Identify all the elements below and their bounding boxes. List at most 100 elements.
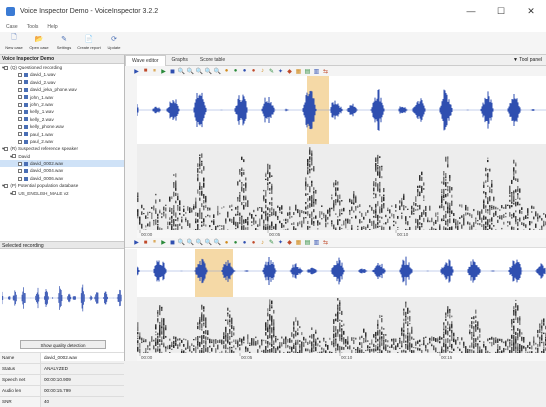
update-button[interactable]: ⟳ Update <box>103 32 125 54</box>
wave-tool-icon[interactable]: ⇆ <box>322 239 329 246</box>
checkbox[interactable] <box>18 95 22 100</box>
wave-tool-icon[interactable]: ⏸ <box>151 68 158 75</box>
wave-tool-icon[interactable]: ▶ <box>160 239 167 246</box>
checkbox[interactable] <box>18 110 22 115</box>
menu-tools[interactable]: Tools <box>27 24 39 30</box>
maximize-button[interactable]: ☐ <box>486 0 516 22</box>
tree-group[interactable]: ▾ David <box>0 153 124 160</box>
wave-tool-icon[interactable]: ▦ <box>295 68 302 75</box>
tree-file-item[interactable]: david_2.wav <box>0 79 124 86</box>
checkbox[interactable] <box>18 102 22 107</box>
minimize-button[interactable]: — <box>456 0 486 22</box>
wave-tool-icon[interactable]: 🔍 <box>178 239 185 246</box>
wave-tool-icon[interactable]: ✦ <box>277 239 284 246</box>
close-button[interactable]: ✕ <box>516 0 546 22</box>
wave-tool-icon[interactable]: 🔍 <box>214 68 221 75</box>
menu-help[interactable]: Help <box>47 24 57 30</box>
tree-group[interactable]: ▾ (Q) Questioned recording <box>0 64 124 71</box>
tab-wave-editor[interactable]: Wave editor <box>125 54 166 66</box>
tree-file-item[interactable]: kelly_2.wav <box>0 116 124 123</box>
tool-panel-toggle[interactable]: ▼ Tool panel <box>513 57 542 63</box>
wave-tool-icon[interactable]: ● <box>232 239 239 246</box>
checkbox[interactable] <box>12 191 17 196</box>
quality-detection-button[interactable]: Show quality detection <box>20 340 106 349</box>
wave-tool-icon[interactable]: 🔍 <box>205 68 212 75</box>
checkbox[interactable] <box>18 124 22 129</box>
checkbox[interactable] <box>4 183 9 188</box>
wave-tool-icon[interactable]: ▶ <box>133 239 140 246</box>
tree-file-item[interactable]: david_0006.wav <box>0 175 124 182</box>
checkbox[interactable] <box>18 176 22 181</box>
tree-file-item[interactable]: john_1.wav <box>0 94 124 101</box>
checkbox[interactable] <box>12 154 17 159</box>
wave-tool-icon[interactable]: ● <box>241 68 248 75</box>
checkbox[interactable] <box>18 87 22 92</box>
wave-tool-icon[interactable]: 🔍 <box>196 239 203 246</box>
settings-button[interactable]: ✎ Settings <box>53 32 75 54</box>
time-ruler <box>137 230 546 238</box>
wave-tool-icon[interactable]: ● <box>223 239 230 246</box>
checkbox[interactable] <box>18 117 22 122</box>
tree-file-item[interactable]: paul_1.wav <box>0 131 124 138</box>
upper-wave-editor[interactable]: 00:00 00:05 00:10 <box>125 76 546 238</box>
checkbox[interactable] <box>18 161 22 166</box>
checkbox[interactable] <box>18 73 22 78</box>
wave-tool-icon[interactable]: ♪ <box>259 239 266 246</box>
wave-tool-icon[interactable]: ✎ <box>268 239 275 246</box>
wave-tool-icon[interactable]: ✎ <box>268 68 275 75</box>
lower-wave-editor[interactable]: 00:00 00:05 00:10 00:15 <box>125 249 546 361</box>
tree-file-item[interactable]: kelly_phone.wav <box>0 123 124 130</box>
open-case-button[interactable]: 📂 Open case <box>28 32 50 54</box>
tree-file-item[interactable]: david_0004.wav <box>0 167 124 174</box>
wave-tool-icon[interactable]: ▶ <box>160 68 167 75</box>
tree-file-item[interactable]: david_1.wav <box>0 71 124 78</box>
wave-tool-icon[interactable]: ● <box>223 68 230 75</box>
checkbox[interactable] <box>18 139 22 144</box>
tab-score-table[interactable]: Score table <box>194 55 231 65</box>
tree-file-item[interactable]: john_2.wav <box>0 101 124 108</box>
wave-tool-icon[interactable]: 🔍 <box>187 68 194 75</box>
checkbox[interactable] <box>4 146 9 151</box>
tree-file-item[interactable]: paul_2.wav <box>0 138 124 145</box>
wave-tool-icon[interactable]: ● <box>241 239 248 246</box>
wave-tool-icon[interactable]: 🔍 <box>214 239 221 246</box>
wave-tool-icon[interactable]: 🔍 <box>196 68 203 75</box>
wave-tool-icon[interactable]: ⏸ <box>151 239 158 246</box>
tab-graphs[interactable]: Graphs <box>166 55 194 65</box>
wave-tool-icon[interactable]: ♪ <box>259 68 266 75</box>
wave-tool-icon[interactable]: 🔍 <box>205 239 212 246</box>
wave-tool-icon[interactable]: ■ <box>142 68 149 75</box>
create-report-button[interactable]: 📄 Create report <box>77 32 101 54</box>
wave-tool-icon[interactable]: ✦ <box>277 68 284 75</box>
wave-tool-icon[interactable]: ■ <box>142 239 149 246</box>
tree-group[interactable]: ▾ US_ENGLISH_MALE v2 <box>0 190 124 197</box>
wave-tool-icon[interactable]: ● <box>250 239 257 246</box>
wave-tool-icon[interactable]: ▤ <box>304 68 311 75</box>
wave-tool-icon[interactable]: ▦ <box>295 239 302 246</box>
tree-group[interactable]: ▾ (R) Suspected reference speaker <box>0 145 124 152</box>
wave-tool-icon[interactable]: ● <box>232 68 239 75</box>
tree-file-item[interactable]: kelly_1.wav <box>0 108 124 115</box>
checkbox[interactable] <box>4 65 9 70</box>
new-case-button[interactable]: 🗋 New case <box>3 32 25 54</box>
tree-file-item[interactable]: david_jeka_phone.wav <box>0 86 124 93</box>
wave-tool-icon[interactable]: ⇆ <box>322 68 329 75</box>
checkbox[interactable] <box>18 80 22 85</box>
wave-tool-icon[interactable]: ◆ <box>286 239 293 246</box>
wave-tool-icon[interactable]: ▤ <box>304 239 311 246</box>
wave-tool-icon[interactable]: 🔍 <box>187 239 194 246</box>
wave-tool-icon[interactable]: 🔍 <box>178 68 185 75</box>
wave-tool-icon[interactable]: ▥ <box>313 239 320 246</box>
tree-file-item[interactable]: david_0002.wav <box>0 160 124 168</box>
wave-tool-icon[interactable]: ▥ <box>313 68 320 75</box>
tree-group[interactable]: ▾ (P) Potential population database <box>0 182 124 189</box>
checkbox[interactable] <box>18 132 22 137</box>
menu-case[interactable]: Case <box>6 24 18 30</box>
wave-tool-icon[interactable]: ◼ <box>169 68 176 75</box>
wave-tool-icon[interactable]: ◆ <box>286 68 293 75</box>
tree-item-label: john_2.wav <box>30 101 54 107</box>
wave-tool-icon[interactable]: ● <box>250 68 257 75</box>
wave-tool-icon[interactable]: ◼ <box>169 239 176 246</box>
wave-tool-icon[interactable]: ▶ <box>133 68 140 75</box>
checkbox[interactable] <box>18 169 22 174</box>
